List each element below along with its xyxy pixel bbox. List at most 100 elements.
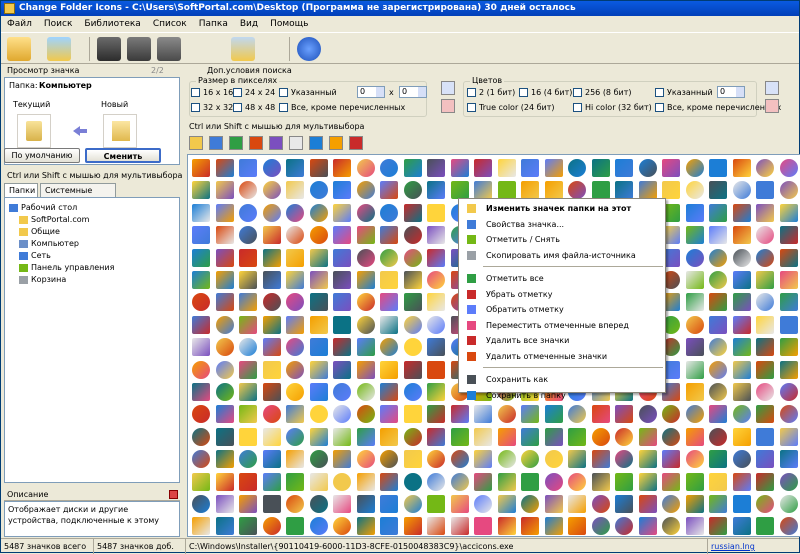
grid-icon[interactable] bbox=[497, 495, 516, 513]
grid-icon[interactable] bbox=[450, 159, 469, 177]
grid-icon[interactable] bbox=[615, 159, 633, 177]
grid-icon[interactable] bbox=[685, 405, 704, 424]
grid-icon[interactable] bbox=[380, 293, 398, 312]
grid-icon[interactable] bbox=[239, 383, 257, 401]
grid-icon[interactable] bbox=[685, 293, 704, 312]
grid-icon[interactable] bbox=[732, 383, 751, 401]
grid-icon[interactable] bbox=[709, 427, 727, 446]
size-16-checkbox[interactable]: 16 x 16 bbox=[191, 87, 233, 98]
grid-icon[interactable] bbox=[403, 517, 422, 536]
grid-icon[interactable] bbox=[333, 248, 351, 267]
grid-icon[interactable] bbox=[474, 517, 492, 536]
grid-icon[interactable] bbox=[215, 383, 234, 401]
context-menu-item[interactable]: Убрать отметку bbox=[461, 287, 663, 302]
context-menu-item[interactable]: Переместить отмеченные вперед bbox=[461, 318, 663, 333]
grid-icon[interactable] bbox=[403, 495, 422, 513]
grid-icon[interactable] bbox=[380, 360, 398, 379]
grid-icon[interactable] bbox=[685, 338, 704, 357]
grid-icon[interactable] bbox=[450, 450, 469, 469]
grid-icon[interactable] bbox=[685, 181, 704, 200]
grid-icon[interactable] bbox=[309, 472, 328, 491]
grid-icon[interactable] bbox=[356, 315, 375, 334]
grid-icon[interactable] bbox=[732, 427, 751, 446]
grid-icon[interactable] bbox=[239, 315, 257, 334]
grid-icon[interactable] bbox=[192, 159, 210, 177]
grid-icon[interactable] bbox=[427, 181, 445, 200]
grid-icon[interactable] bbox=[709, 271, 727, 289]
grid-icon[interactable] bbox=[286, 383, 304, 401]
grid-icon[interactable] bbox=[638, 450, 657, 469]
grid-icon[interactable] bbox=[756, 159, 774, 177]
grid-icon[interactable] bbox=[474, 405, 492, 424]
grid-icon[interactable] bbox=[356, 338, 375, 357]
grid-icon[interactable] bbox=[262, 383, 281, 401]
grid-icon[interactable] bbox=[403, 383, 422, 401]
grid-icon[interactable] bbox=[497, 181, 516, 200]
filter-icon[interactable] bbox=[269, 136, 283, 150]
grid-icon[interactable] bbox=[662, 517, 680, 536]
grid-icon[interactable] bbox=[615, 181, 633, 200]
grid-icon[interactable] bbox=[756, 181, 774, 200]
grid-icon[interactable] bbox=[262, 181, 281, 200]
grid-icon[interactable] bbox=[732, 248, 751, 267]
grid-icon[interactable] bbox=[662, 181, 680, 200]
grid-icon[interactable] bbox=[779, 293, 798, 312]
grid-icon[interactable] bbox=[497, 405, 516, 424]
size-clear-icon[interactable] bbox=[441, 99, 455, 113]
grid-icon[interactable] bbox=[262, 271, 281, 289]
menu-list[interactable]: Список bbox=[147, 16, 193, 32]
grid-icon[interactable] bbox=[474, 472, 492, 491]
grid-icon[interactable] bbox=[215, 181, 234, 200]
grid-icon[interactable] bbox=[450, 472, 469, 491]
color-spinner[interactable]: 0 bbox=[717, 86, 745, 98]
grid-icon[interactable] bbox=[356, 293, 375, 312]
grid-icon[interactable] bbox=[732, 472, 751, 491]
grid-icon[interactable] bbox=[286, 405, 304, 424]
grid-icon[interactable] bbox=[779, 517, 798, 536]
grid-icon[interactable] bbox=[427, 383, 445, 401]
grid-icon[interactable] bbox=[450, 495, 469, 513]
grid-icon[interactable] bbox=[215, 271, 234, 289]
grid-icon[interactable] bbox=[732, 159, 751, 177]
grid-icon[interactable] bbox=[309, 159, 328, 177]
grid-icon[interactable] bbox=[239, 271, 257, 289]
grid-icon[interactable] bbox=[356, 360, 375, 379]
grid-icon[interactable] bbox=[568, 159, 586, 177]
grid-icon[interactable] bbox=[215, 360, 234, 379]
grid-icon[interactable] bbox=[638, 427, 657, 446]
grid-icon[interactable] bbox=[239, 450, 257, 469]
grid-icon[interactable] bbox=[262, 248, 281, 267]
grid-icon[interactable] bbox=[756, 405, 774, 424]
grid-icon[interactable] bbox=[309, 315, 328, 334]
grid-icon[interactable] bbox=[685, 383, 704, 401]
grid-icon[interactable] bbox=[333, 383, 351, 401]
mark-icon[interactable] bbox=[229, 136, 243, 150]
grid-icon[interactable] bbox=[709, 405, 727, 424]
color-custom-checkbox[interactable]: Указанный bbox=[655, 87, 713, 98]
grid-icon[interactable] bbox=[638, 517, 657, 536]
grid-icon[interactable] bbox=[685, 427, 704, 446]
size-24-checkbox[interactable]: 24 x 24 bbox=[233, 87, 275, 98]
grid-icon[interactable] bbox=[192, 405, 210, 424]
grid-icon[interactable] bbox=[333, 338, 351, 357]
grid-icon[interactable] bbox=[779, 338, 798, 357]
language-link[interactable]: russian.lng bbox=[707, 539, 799, 554]
grid-icon[interactable] bbox=[262, 405, 281, 424]
grid-icon[interactable] bbox=[779, 159, 798, 177]
grid-icon[interactable] bbox=[215, 293, 234, 312]
grid-icon[interactable] bbox=[286, 517, 304, 536]
grid-icon[interactable] bbox=[521, 159, 539, 177]
color-except-checkbox[interactable]: Все, кроме перечисленных bbox=[655, 102, 781, 113]
context-menu-item[interactable]: Сохранить как bbox=[461, 372, 663, 387]
grid-icon[interactable] bbox=[709, 181, 727, 200]
grid-icon[interactable] bbox=[192, 517, 210, 536]
grid-icon[interactable] bbox=[779, 450, 798, 469]
grid-icon[interactable] bbox=[732, 203, 751, 222]
color-32-checkbox[interactable]: Hi color (32 бит) bbox=[573, 102, 652, 113]
menu-folder[interactable]: Папка bbox=[193, 16, 234, 32]
grid-icon[interactable] bbox=[521, 472, 539, 491]
grid-icon[interactable] bbox=[356, 517, 375, 536]
grid-icon[interactable] bbox=[309, 181, 328, 200]
grid-icon[interactable] bbox=[709, 293, 727, 312]
grid-icon[interactable] bbox=[309, 293, 328, 312]
